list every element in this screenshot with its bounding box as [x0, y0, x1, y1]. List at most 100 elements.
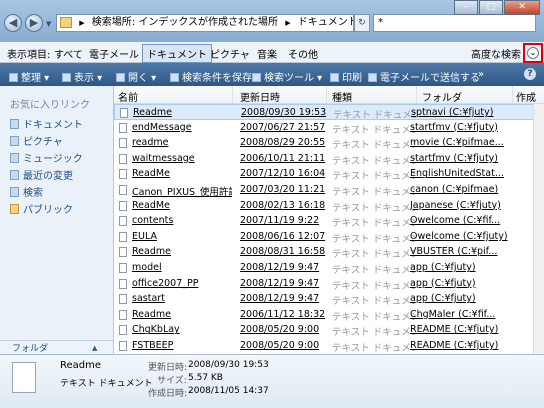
- views-icon: [62, 73, 71, 82]
- history-dropdown-icon[interactable]: ▼: [46, 20, 51, 28]
- column-folder[interactable]: フォルダ: [422, 89, 462, 104]
- cell-name: model: [132, 262, 162, 273]
- cell-folder: Owelcome (C:¥fif...: [410, 215, 501, 227]
- cell-type: テキスト ドキュメント: [332, 311, 416, 323]
- minimize-button[interactable]: –: [454, 0, 478, 15]
- details-created-value: 2008/11/05 14:37: [188, 386, 269, 396]
- cell-modified: 2007/11/19 9:22: [240, 215, 320, 227]
- details-created-label: 作成日時:: [148, 389, 188, 399]
- close-button[interactable]: ✕: [504, 0, 540, 15]
- table-row[interactable]: ReadMe 2008/02/13 16:18 テキスト ドキュメントJapanes…: [114, 198, 544, 214]
- nav-item-pictures[interactable]: ピクチャ: [10, 133, 63, 148]
- back-button[interactable]: ◀: [4, 14, 22, 32]
- cell-folder: sptnavi (C:¥fjuty): [411, 107, 494, 118]
- email-send-button[interactable]: 電子メールで送信する: [368, 69, 480, 84]
- refresh-button[interactable]: ↻: [354, 14, 370, 32]
- search-tools-button[interactable]: 検索ツール ▾: [252, 69, 322, 84]
- table-row[interactable]: sastart 2008/12/19 9:47 テキスト ドキュメントapp (C:…: [114, 291, 544, 307]
- cell-modified: 2006/10/11 21:11: [240, 152, 326, 164]
- cell-name: Readme: [132, 308, 171, 320]
- table-row[interactable]: ChgKbLay 2008/05/20 9:00 テキスト ドキュメントREADME…: [114, 322, 544, 338]
- text-file-icon: [119, 247, 127, 258]
- cell-modified: 2008/12/19 9:47: [240, 277, 320, 289]
- address-field[interactable]: ▶ 検索場所: インデックスが作成された場所 ▶ ドキュメント: [56, 14, 354, 32]
- table-row[interactable]: readme 2008/08/29 20:55 テキスト ドキュメントmovie (…: [114, 135, 544, 151]
- save-search-button[interactable]: 検索条件を保存: [170, 69, 252, 84]
- details-size-label: サイズ:: [157, 376, 187, 386]
- cell-folder: startfmv (C:¥fjuty): [410, 152, 499, 164]
- cell-modified: 2008/08/29 20:55: [240, 137, 326, 149]
- help-icon[interactable]: ?: [524, 68, 536, 80]
- maximize-button[interactable]: □: [479, 0, 503, 15]
- address-path-root[interactable]: 検索場所: インデックスが作成された場所: [92, 17, 278, 28]
- table-row[interactable]: FSTBEEP 2008/05/20 9:00 テキスト ドキュメントREADME …: [114, 338, 544, 354]
- toolbar-more-button[interactable]: »: [478, 69, 484, 80]
- music-icon: [10, 153, 19, 163]
- table-row[interactable]: Canon_PIXUS_使用許諾 2007/03/20 11:21 テキスト ドキュ…: [114, 182, 544, 198]
- details-pane: Readme テキスト ドキュメント 更新日時: 2008/09/30 19:5…: [0, 354, 544, 408]
- table-row[interactable]: model 2008/12/19 9:47 テキスト ドキュメントapp (C:¥f…: [114, 260, 544, 276]
- cell-folder: movie (C:¥pifmae...: [410, 137, 504, 149]
- table-row[interactable]: Readme 2008/08/31 16:58 テキスト ドキュメントVBUSTER…: [114, 244, 544, 260]
- filter-label: 表示項目:: [7, 50, 51, 61]
- cell-name: sastart: [132, 293, 165, 305]
- cell-folder: canon (C:¥pifmae): [410, 184, 499, 195]
- print-button[interactable]: 印刷: [330, 69, 362, 84]
- cell-folder: README (C:¥fjuty): [410, 324, 499, 336]
- nav-item-recent[interactable]: 最近の変更: [10, 167, 73, 182]
- vertical-scrollbar[interactable]: [533, 104, 544, 354]
- column-name[interactable]: 名前: [118, 89, 138, 104]
- filter-pictures[interactable]: ピクチャ: [210, 46, 250, 61]
- cell-name: Readme: [133, 107, 172, 118]
- filter-other[interactable]: その他: [288, 46, 318, 61]
- table-row[interactable]: ReadMe 2007/12/10 16:04 テキスト ドキュメントEnglish…: [114, 166, 544, 182]
- cell-modified: 2008/05/20 9:00: [240, 340, 320, 351]
- column-type[interactable]: 種類: [332, 89, 352, 104]
- nav-item-public[interactable]: パブリック: [10, 201, 73, 216]
- documents-icon: [10, 119, 19, 129]
- table-row[interactable]: contents 2007/11/19 9:22 テキスト ドキュメントOwelco…: [114, 213, 544, 229]
- organize-button[interactable]: 整理 ▾: [9, 69, 49, 84]
- table-row[interactable]: Readme 2006/11/12 18:32 テキスト ドキュメントChgMale…: [114, 307, 544, 323]
- text-file-icon: [119, 294, 127, 305]
- cell-name: endMessage: [132, 121, 192, 133]
- cell-name: Canon_PIXUS_使用許諾: [132, 187, 232, 198]
- cell-type: テキスト ドキュメント: [332, 140, 416, 152]
- text-file-icon: [119, 216, 127, 227]
- file-list: 名前 更新日時 種類 フォルダ 作成 Readme 2008/09/30 19:5…: [114, 86, 544, 354]
- filter-all[interactable]: すべて: [54, 46, 83, 61]
- advanced-search-link[interactable]: 高度な検索: [471, 46, 521, 61]
- column-header-row: 名前 更新日時 種類 フォルダ 作成: [114, 86, 544, 104]
- cell-name: ReadMe: [132, 168, 170, 180]
- nav-item-documents[interactable]: ドキュメント: [10, 116, 83, 131]
- table-row[interactable]: Readme2008/09/30 19:53テキスト ドキュメントsptnavi…: [114, 104, 544, 121]
- table-row[interactable]: endMessage 2007/06/27 21:57 テキスト ドキュメントsta…: [114, 120, 544, 136]
- details-modified-value: 2008/09/30 19:53: [188, 360, 269, 370]
- folders-toggle[interactable]: フォルダ ▲: [0, 340, 114, 354]
- views-button[interactable]: 表示 ▾: [62, 69, 102, 84]
- address-sep-icon-2: ▶: [285, 19, 291, 27]
- table-row[interactable]: EULA 2008/06/16 12:07 テキスト ドキュメントOwelcome …: [114, 229, 544, 245]
- table-row[interactable]: waitmessage 2006/10/11 21:11 テキスト ドキュメントst…: [114, 151, 544, 167]
- text-file-icon: [119, 200, 127, 211]
- cell-name: office2007_PP: [132, 277, 199, 289]
- filter-documents[interactable]: ドキュメント: [142, 44, 212, 63]
- advanced-search-expand-icon[interactable]: ⌄: [527, 47, 539, 59]
- search-folder-icon: [10, 187, 19, 197]
- address-path-leaf[interactable]: ドキュメント: [298, 17, 353, 28]
- forward-button[interactable]: ▶: [25, 14, 43, 32]
- cell-type: テキスト ドキュメント: [332, 202, 416, 214]
- table-row[interactable]: office2007_PP 2008/12/19 9:47 テキスト ドキュメントa…: [114, 276, 544, 292]
- column-modified[interactable]: 更新日時: [240, 89, 280, 104]
- search-input[interactable]: *: [373, 14, 536, 32]
- cell-modified: 2008/09/30 19:53: [241, 107, 327, 118]
- nav-item-search[interactable]: 検索: [10, 184, 43, 199]
- text-file-icon: [119, 122, 127, 133]
- filter-music[interactable]: 音楽: [257, 46, 277, 61]
- text-file-icon: [119, 138, 127, 149]
- filter-email[interactable]: 電子メール: [89, 46, 139, 61]
- nav-item-music[interactable]: ミュージック: [10, 150, 83, 165]
- cell-type: テキスト ドキュメント: [332, 233, 416, 245]
- open-button[interactable]: 開く ▾: [116, 69, 156, 84]
- column-created[interactable]: 作成: [516, 89, 536, 104]
